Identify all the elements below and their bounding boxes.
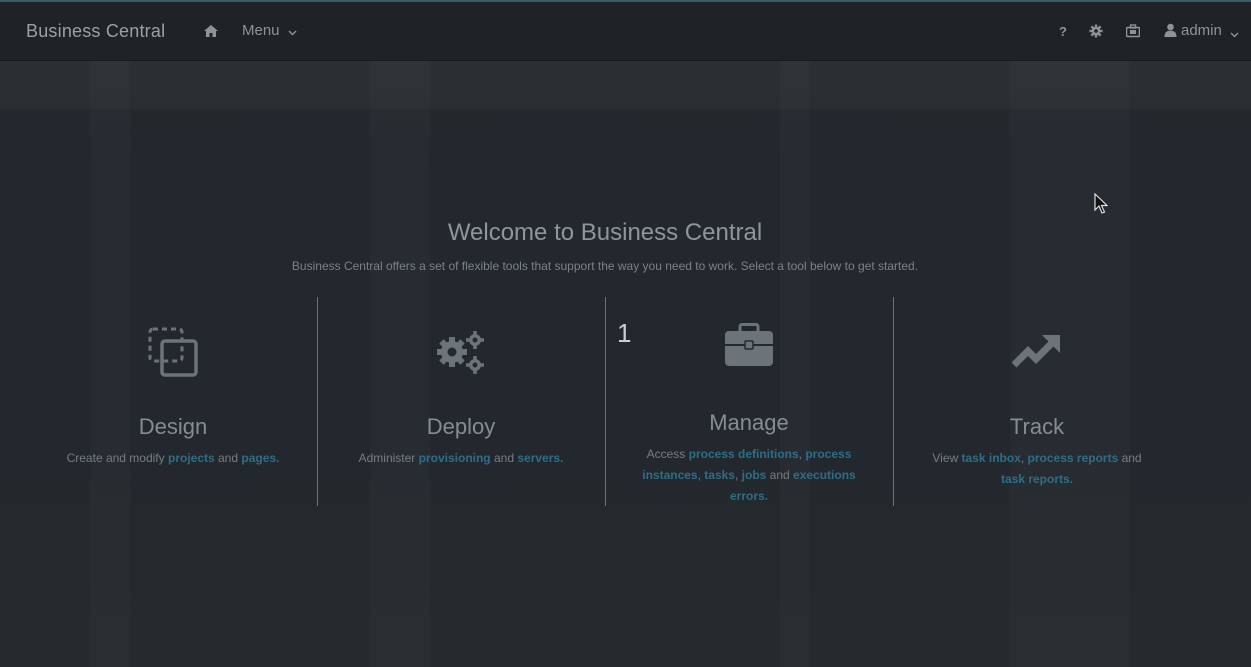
tasks-link[interactable]: tasks — [704, 468, 735, 482]
user-menu-dropdown[interactable]: admin — [1164, 22, 1243, 40]
design-tile[interactable]: Design Create and modify projects and pa… — [29, 297, 317, 507]
deploy-desc-text: and — [490, 451, 518, 465]
home-icon[interactable] — [203, 23, 219, 39]
deploy-description: Administer provisioning and servers. — [351, 448, 571, 469]
deploy-tile[interactable]: Deploy Administer provisioning and serve… — [317, 297, 605, 507]
design-title: Design — [138, 414, 208, 439]
deploy-desc-text: Administer — [358, 451, 419, 465]
manage-title: Manage — [709, 410, 789, 435]
track-description: View task inbox, process reports and tas… — [927, 448, 1147, 490]
manage-desc-text: , — [734, 468, 742, 482]
mouse-pointer-icon — [1094, 192, 1109, 220]
provisioning-link[interactable]: provisioning — [419, 451, 491, 465]
manage-desc-text: Access — [646, 447, 689, 461]
manage-desc-text: and — [766, 468, 794, 482]
welcome-subtitle: Business Central offers a set of flexibl… — [291, 259, 919, 273]
manage-description: Access process definitions, process inst… — [639, 444, 859, 507]
process-reports-link[interactable]: process reports — [1028, 451, 1119, 465]
pages-link[interactable]: pages. — [241, 451, 279, 465]
track-tile[interactable]: Track View task inbox, process reports a… — [893, 297, 1181, 507]
design-copy-icon — [148, 327, 198, 382]
menu-label: Menu — [242, 22, 280, 39]
deploy-title: Deploy — [426, 414, 496, 439]
chevron-down-icon — [1230, 23, 1243, 40]
jobs-link[interactable]: jobs — [742, 468, 767, 482]
user-icon — [1164, 23, 1177, 37]
svg-text:?: ? — [1059, 24, 1067, 38]
task-inbox-link[interactable]: task inbox — [962, 451, 1021, 465]
menu-dropdown[interactable]: Menu — [242, 22, 297, 40]
manage-tile[interactable]: Manage Access process definitions, proce… — [605, 297, 893, 507]
tasks-briefcase-icon[interactable] — [1125, 24, 1141, 38]
task-reports-link[interactable]: task reports. — [1001, 472, 1073, 486]
brand-title[interactable]: Business Central — [26, 21, 165, 42]
step-marker: 1 — [617, 318, 632, 348]
track-desc-text: and — [1118, 451, 1142, 465]
briefcase-icon — [724, 323, 774, 372]
design-description: Create and modify projects and pages. — [63, 448, 283, 469]
track-desc-text: , — [1020, 451, 1028, 465]
top-navbar: Business Central Menu ? admin — [0, 2, 1251, 61]
process-definitions-link[interactable]: process definitions — [689, 447, 799, 461]
trend-arrow-icon — [1011, 333, 1062, 374]
help-icon[interactable]: ? — [1056, 24, 1070, 39]
servers-link[interactable]: servers. — [517, 451, 563, 465]
user-name: admin — [1181, 22, 1222, 39]
track-desc-text: View — [932, 451, 962, 465]
design-desc-text: Create and modify — [66, 451, 168, 465]
cogs-icon — [434, 327, 488, 382]
design-desc-text: and — [214, 451, 242, 465]
welcome-title: Welcome to Business Central — [447, 219, 763, 246]
welcome-hero: Welcome to Business Central Business Cen… — [0, 61, 1251, 667]
chevron-down-icon — [288, 23, 297, 40]
settings-gear-icon[interactable] — [1089, 24, 1103, 38]
projects-link[interactable]: projects — [168, 451, 215, 465]
track-title: Track — [1009, 414, 1065, 439]
